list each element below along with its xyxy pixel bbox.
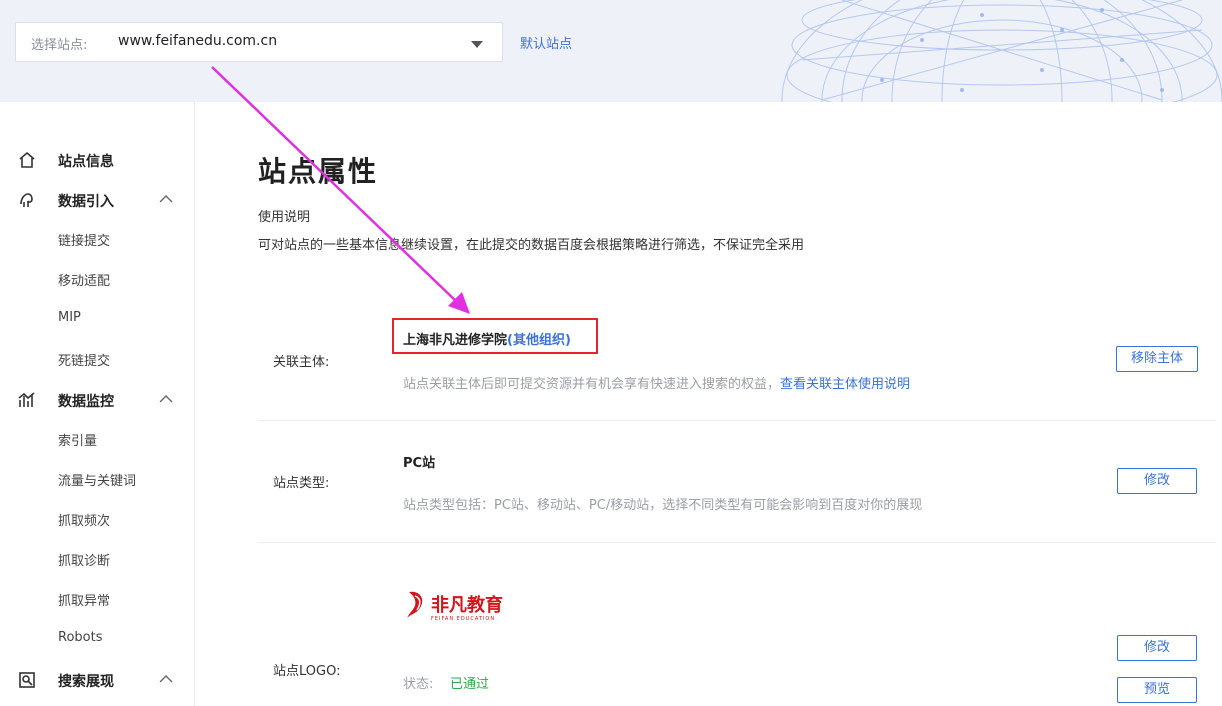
sidebar-group-data-monitor[interactable]: 数据监控: [0, 385, 195, 415]
edit-logo-button[interactable]: 修改: [1117, 635, 1197, 661]
chevron-up-icon[interactable]: [159, 394, 173, 404]
sidebar-group-data-import[interactable]: 数据引入: [0, 185, 195, 215]
entity-note: 站点关联主体后即可提交资源并有机会享有快速进入搜索的权益，查看关联主体使用说明: [403, 373, 910, 392]
site-logo-image: 非凡教育 FEIFAN EDUCATION: [407, 591, 503, 622]
data-import-icon: [20, 193, 33, 207]
sidebar-item-mobile-adapt[interactable]: 移动适配: [58, 270, 110, 289]
sidebar-group-label: 站点信息: [58, 154, 114, 170]
sidebar-item-robots[interactable]: Robots: [58, 630, 102, 645]
sidebar-item-deadlink-submit[interactable]: 死链提交: [58, 350, 110, 369]
logo-status-value: 已通过: [450, 677, 490, 692]
sidebar-group-label: 数据监控: [58, 394, 114, 410]
entity-value: 上海非凡进修学院(其他组织): [403, 329, 571, 348]
divider: [258, 420, 1216, 421]
site-type-note: 站点类型包括：PC站、移动站、PC/移动站，选择不同类型有可能会影响到百度对你的…: [403, 498, 923, 513]
sidebar-item-link-submit[interactable]: 链接提交: [58, 230, 110, 249]
site-type-value: PC站: [403, 456, 436, 471]
top-banner: 选择站点: www.feifanedu.com.cn 默认站点: [0, 0, 1222, 102]
page: 选择站点: www.feifanedu.com.cn 默认站点 站点信息 数据引…: [0, 0, 1222, 706]
site-selector-value: www.feifanedu.com.cn: [118, 33, 278, 49]
usage-title: 使用说明: [258, 210, 311, 225]
usage-description: 可对站点的一些基本信息继续设置，在此提交的数据百度会根据策略进行筛选，不保证完全…: [258, 238, 805, 253]
edit-site-type-button[interactable]: 修改: [1117, 468, 1197, 494]
site-logo-label: 站点LOGO:: [273, 664, 341, 679]
sidebar-item-index-volume[interactable]: 索引量: [58, 430, 97, 449]
preview-logo-button[interactable]: 预览: [1117, 677, 1197, 703]
sidebar-group-label: 搜索展现: [58, 674, 114, 690]
entity-highlight-box: 上海非凡进修学院(其他组织): [392, 318, 598, 354]
remove-entity-button[interactable]: 移除主体: [1116, 346, 1198, 372]
site-selector[interactable]: 选择站点: www.feifanedu.com.cn: [15, 22, 503, 62]
sidebar-item-site-info[interactable]: 站点信息: [0, 145, 195, 175]
svg-text:非凡教育: 非凡教育: [431, 594, 503, 616]
chevron-up-icon[interactable]: [159, 674, 173, 684]
main-content: 站点属性 使用说明 可对站点的一些基本信息继续设置，在此提交的数据百度会根据策略…: [196, 102, 1222, 706]
sidebar-item-crawl-errors[interactable]: 抓取异常: [58, 590, 110, 609]
entity-label: 关联主体:: [273, 355, 330, 370]
search-display-icon: [19, 672, 35, 688]
page-title: 站点属性: [258, 155, 379, 188]
globe-decoration: [781, 0, 1222, 102]
sidebar-item-crawl-frequency[interactable]: 抓取频次: [58, 510, 110, 529]
sidebar-item-crawl-diagnosis[interactable]: 抓取诊断: [58, 550, 110, 569]
entity-note-text: 站点关联主体后即可提交资源并有机会享有快速进入搜索的权益，: [403, 377, 781, 392]
default-site-link[interactable]: 默认站点: [520, 33, 572, 52]
chart-icon: [18, 392, 35, 407]
svg-text:FEIFAN EDUCATION: FEIFAN EDUCATION: [431, 616, 495, 622]
sidebar-group-label: 数据引入: [58, 194, 114, 210]
sidebar-item-traffic-keywords[interactable]: 流量与关键词: [58, 470, 136, 489]
site-selector-label: 选择站点:: [31, 38, 88, 53]
entity-name: 上海非凡进修学院: [403, 333, 508, 348]
chevron-up-icon[interactable]: [159, 194, 173, 204]
sidebar: 站点信息 数据引入 链接提交 移动适配 MIP 死链提交 数据监控 索引量 流量…: [0, 102, 195, 706]
entity-type-tag: (其他组织): [507, 333, 571, 348]
sidebar-group-search-display[interactable]: 搜索展现: [0, 665, 195, 695]
home-icon: [19, 151, 35, 168]
entity-help-link[interactable]: 查看关联主体使用说明: [780, 377, 910, 392]
divider: [258, 542, 1216, 543]
site-type-label: 站点类型:: [273, 476, 330, 491]
chevron-down-icon[interactable]: [471, 41, 483, 48]
sidebar-item-mip[interactable]: MIP: [58, 310, 81, 325]
logo-status-label: 状态:: [403, 677, 434, 692]
